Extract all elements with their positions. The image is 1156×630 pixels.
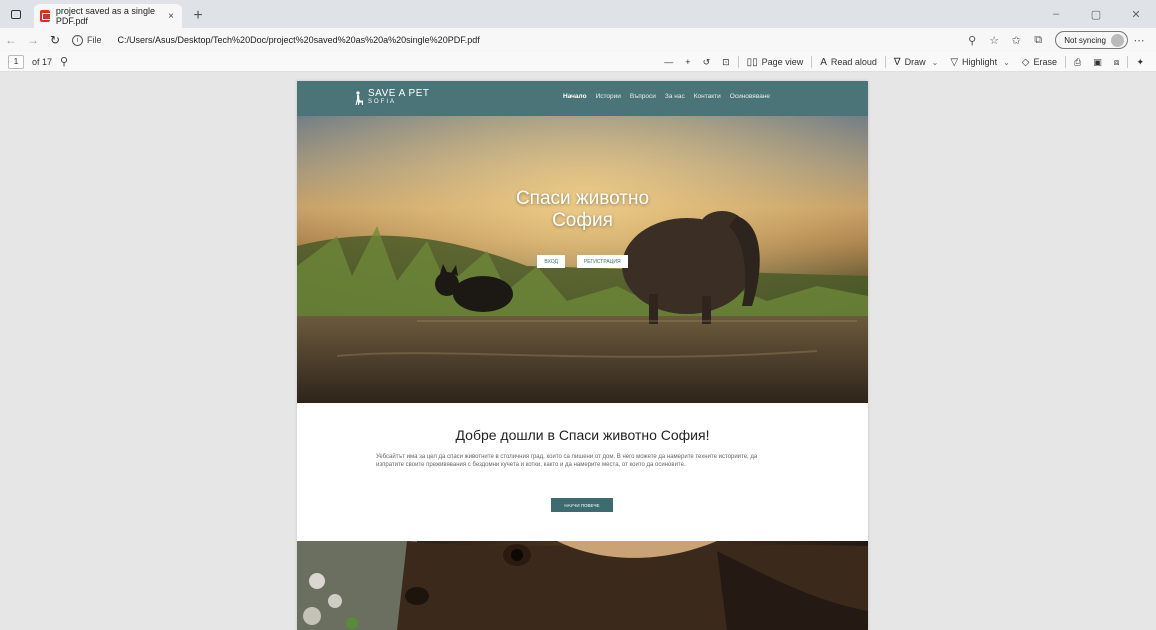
print-icon[interactable]: ⎙	[1068, 52, 1087, 72]
draw-icon: ∇	[893, 56, 901, 68]
draw-button[interactable]: ∇ Draw ⌄	[888, 52, 944, 72]
page-view-label: Page view	[761, 57, 804, 67]
hero-section: Спаси животно София ВХОД РЕГИСТРАЦИЯ	[297, 116, 868, 403]
collections-icon[interactable]: ⧉	[1027, 29, 1049, 51]
search-icon[interactable]: ⚲	[60, 55, 68, 68]
sync-label: Not syncing	[1064, 35, 1106, 45]
divider	[884, 56, 886, 68]
file-label: File	[87, 35, 102, 45]
sync-button[interactable]: Not syncing	[1055, 31, 1128, 49]
maximize-button[interactable]: ▢	[1076, 0, 1116, 28]
nav-link-home[interactable]: Начало	[563, 93, 587, 100]
divider	[1127, 56, 1129, 68]
site-navbar: SAVE A PET SOFIA Начало Истории Въпроси …	[297, 81, 868, 116]
page-view-icon: ▯▯	[746, 56, 758, 68]
hero-title-line1: Спаси животно	[515, 188, 650, 209]
forward-icon[interactable]: →	[22, 29, 44, 51]
highlight-button[interactable]: ▽ Highlight ⌄	[944, 52, 1015, 72]
nav-link-adoption[interactable]: Осиновяване	[730, 93, 770, 100]
tab-actions-icon	[11, 9, 21, 19]
zoom-icon[interactable]: ⚲	[961, 29, 983, 51]
welcome-text: Уебсайтът има за цел да спаси животните …	[376, 454, 758, 468]
hero-buttons: ВХОД РЕГИСТРАЦИЯ	[297, 255, 868, 268]
logo-text: SAVE A PET	[368, 88, 430, 99]
learn-more-button[interactable]: НАУЧИ ПОВЕЧЕ	[551, 498, 613, 512]
tab-strip: project saved as a single PDF.pdf × + – …	[0, 0, 1156, 28]
nav-link-stories[interactable]: Истории	[596, 93, 621, 100]
tab-actions-button[interactable]	[0, 0, 32, 28]
tab-close-icon[interactable]: ×	[168, 11, 174, 22]
eraser-icon: ◇	[1021, 56, 1030, 68]
welcome-title: Добре дошли в Спаси животно София!	[455, 427, 710, 443]
new-tab-button[interactable]: +	[186, 4, 210, 28]
highlight-label: Highlight	[962, 57, 998, 67]
zoom-out-button[interactable]: —	[658, 52, 679, 72]
address-bar: ← → ↻ i File C:/Users/Asus/Desktop/Tech%…	[0, 28, 1156, 52]
chevron-down-icon: ⌄	[931, 57, 939, 67]
minimize-button[interactable]: –	[1036, 0, 1076, 28]
tab-title: project saved as a single PDF.pdf	[55, 6, 155, 26]
page-count: of 17	[32, 56, 53, 67]
hero-title-line2: София	[552, 210, 613, 231]
erase-button[interactable]: ◇ Erase	[1016, 52, 1063, 72]
register-button[interactable]: РЕГИСТРАЦИЯ	[576, 255, 628, 268]
divider	[1065, 56, 1066, 68]
address-actions: ⚲ ☆ ✩ ⧉ Not syncing ⋯	[961, 29, 1150, 51]
info-icon[interactable]: i	[72, 34, 83, 46]
nav-link-about[interactable]: За нас	[665, 93, 685, 100]
hero-title: Спаси животно София	[297, 188, 868, 232]
divider	[737, 56, 739, 68]
divider	[811, 56, 813, 68]
refresh-icon[interactable]: ↻	[44, 29, 66, 51]
logo-subtitle: SOFIA	[368, 99, 397, 105]
pdf-toolbar: 1 of 17 ⚲ — + ↺ ⊡ ▯▯ Page view A Read alou…	[0, 52, 1156, 72]
url-field[interactable]: i File C:/Users/Asus/Desktop/Tech%20Doc/…	[72, 30, 961, 50]
pdf-file-icon	[40, 10, 51, 22]
login-button[interactable]: ВХОД	[537, 255, 565, 268]
read-aloud-label: Read aloud	[830, 57, 877, 67]
nav-link-contacts[interactable]: Контакти	[694, 93, 721, 100]
read-aloud-icon: A	[820, 56, 827, 68]
window-controls: – ▢ ✕	[1036, 0, 1156, 28]
add-favorite-icon[interactable]: ☆	[983, 29, 1005, 51]
dog-photo-image	[297, 541, 868, 630]
back-icon[interactable]: ←	[0, 29, 22, 51]
nav-link-questions[interactable]: Въпроси	[630, 93, 656, 100]
save-as-icon[interactable]: ⧈	[1108, 52, 1126, 72]
fit-page-icon[interactable]: ⊡	[716, 52, 736, 72]
more-menu-icon[interactable]: ⋯	[1128, 29, 1150, 51]
highlight-icon: ▽	[950, 56, 959, 68]
page-number-input[interactable]: 1	[8, 54, 24, 69]
site-logo[interactable]: SAVE A PET SOFIA	[355, 89, 430, 106]
url-text[interactable]: C:/Users/Asus/Desktop/Tech%20Doc/project…	[118, 35, 480, 45]
chevron-down-icon: ⌄	[1003, 57, 1010, 67]
close-window-button[interactable]: ✕	[1116, 0, 1156, 28]
pdf-viewer[interactable]: SAVE A PET SOFIA Начало Истории Въпроси …	[0, 72, 1156, 630]
pin-toolbar-icon[interactable]: ✦	[1130, 52, 1150, 72]
browser-tab[interactable]: project saved as a single PDF.pdf ×	[34, 4, 182, 28]
zoom-in-button[interactable]: +	[679, 52, 696, 72]
pdf-page: SAVE A PET SOFIA Начало Истории Въпроси …	[297, 81, 868, 630]
welcome-section: Добре дошли в Спаси животно София! Уебса…	[297, 403, 868, 541]
save-icon[interactable]: ▣	[1087, 52, 1108, 72]
favorites-icon[interactable]: ✩	[1005, 29, 1027, 51]
erase-label: Erase	[1033, 57, 1057, 67]
person-dog-icon	[355, 91, 363, 105]
dog-photo	[297, 541, 868, 630]
draw-label: Draw	[904, 57, 926, 67]
rotate-icon[interactable]: ↺	[697, 52, 717, 72]
page-view-button[interactable]: ▯▯ Page view	[741, 52, 810, 72]
pdf-tools: — + ↺ ⊡ ▯▯ Page view A Read aloud ∇ Draw ⌄ ▽…	[658, 52, 1150, 72]
site-menu: Начало Истории Въпроси За нас Контакти О…	[563, 93, 779, 100]
avatar	[1111, 33, 1124, 47]
read-aloud-button[interactable]: A Read aloud	[814, 52, 883, 72]
